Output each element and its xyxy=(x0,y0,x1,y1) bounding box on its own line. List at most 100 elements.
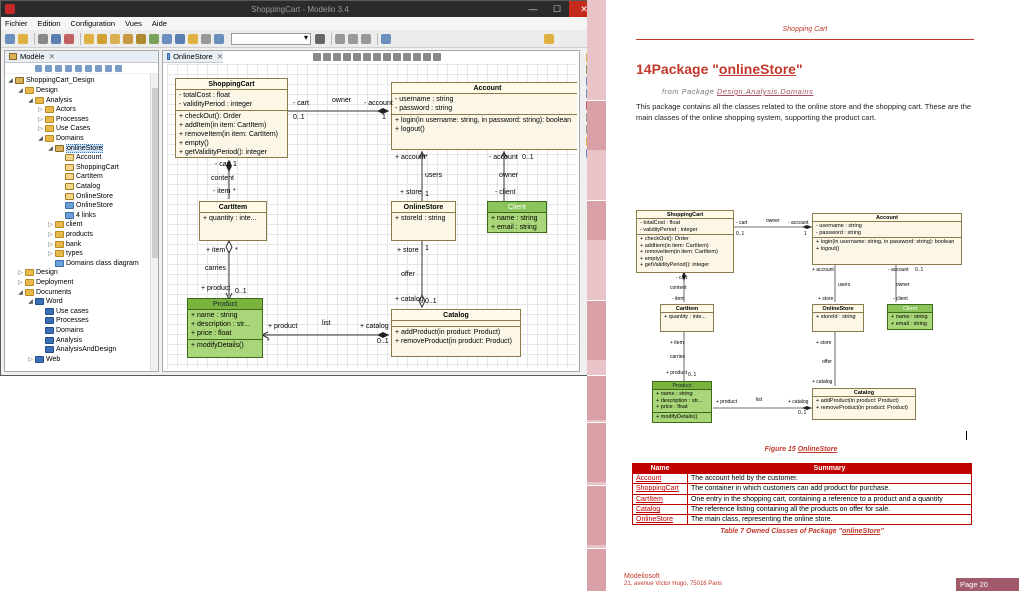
tree-scrollbar[interactable] xyxy=(150,74,158,371)
binoculars-icon[interactable] xyxy=(315,33,325,44)
tree-item[interactable]: ▷ bank xyxy=(47,239,81,249)
tree-item[interactable]: Processes xyxy=(37,316,89,326)
forward-icon[interactable] xyxy=(348,33,358,44)
tree-item[interactable]: 4 links xyxy=(57,210,96,220)
tree-item[interactable]: Use cases xyxy=(37,306,89,316)
layout-icon[interactable] xyxy=(363,53,371,61)
package-icon[interactable] xyxy=(97,33,107,44)
tree-item[interactable]: ◢ ShoppingCart_Design xyxy=(7,76,95,86)
back-icon[interactable] xyxy=(55,64,62,72)
class-cartitem[interactable]: CartItem + quantity : inte... xyxy=(199,201,267,241)
expanded-arrow-icon[interactable]: ◢ xyxy=(17,289,24,296)
interface-icon[interactable] xyxy=(123,33,133,44)
collapsed-arrow-icon[interactable]: ▷ xyxy=(17,269,24,276)
note-icon[interactable] xyxy=(188,33,198,44)
zoom-in-icon[interactable] xyxy=(313,53,321,61)
diagram-canvas[interactable]: ShoppingCart - totalCost : float - valid… xyxy=(167,64,577,369)
collapsed-arrow-icon[interactable]: ▷ xyxy=(47,221,54,228)
actor-icon[interactable] xyxy=(149,33,159,44)
collapsed-arrow-icon[interactable]: ▷ xyxy=(47,241,54,248)
figure-link[interactable]: OnlineStore xyxy=(798,446,838,453)
class-name-link[interactable]: CartItem xyxy=(632,493,688,505)
tree-item[interactable]: ▷ Use Cases xyxy=(37,124,90,134)
down-icon[interactable] xyxy=(85,64,92,72)
tree-item[interactable]: ▷ Processes xyxy=(37,114,89,124)
tree-item[interactable]: ▷ Web xyxy=(27,354,60,364)
from-link[interactable]: Domains xyxy=(780,87,813,96)
class-onlinestore[interactable]: OnlineStore + storeId : string xyxy=(391,201,456,241)
folder-icon[interactable] xyxy=(84,33,94,44)
tree-item[interactable]: ▷ Actors xyxy=(37,105,76,115)
class-name-link[interactable]: Account xyxy=(632,472,688,485)
menu-aide[interactable]: Aide xyxy=(152,19,167,28)
class-account[interactable]: Account - username : string - password :… xyxy=(391,82,577,150)
tree-item[interactable]: Domains xyxy=(37,326,84,336)
open-icon[interactable] xyxy=(18,33,28,44)
tree-item[interactable]: Account xyxy=(57,153,101,163)
tree-item[interactable]: OnlineStore xyxy=(57,191,113,201)
menu-configuration[interactable]: Configuration xyxy=(70,19,115,28)
class-product[interactable]: Product + name : string + description : … xyxy=(187,298,263,358)
diagram-icon[interactable] xyxy=(162,33,172,44)
document-icon[interactable] xyxy=(214,33,224,44)
collapsed-arrow-icon[interactable]: ▷ xyxy=(47,250,54,257)
class-shoppingcart[interactable]: ShoppingCart - totalCost : float - valid… xyxy=(175,78,288,158)
tree-item[interactable]: CartItem xyxy=(57,172,103,182)
save-image-icon[interactable] xyxy=(343,53,351,61)
delete-icon[interactable] xyxy=(64,33,74,44)
perspective-icon[interactable] xyxy=(544,33,554,44)
tree-item[interactable]: ▷ products xyxy=(47,230,93,240)
component-icon[interactable] xyxy=(136,33,146,44)
tree-item[interactable]: ▷ Design xyxy=(17,268,58,278)
tree-item[interactable]: OnlineStore xyxy=(57,201,113,211)
menu-vues[interactable]: Vues xyxy=(125,19,142,28)
tree-item[interactable]: ◢ onlineStore xyxy=(47,143,104,153)
expanded-arrow-icon[interactable]: ◢ xyxy=(27,97,34,104)
print-icon[interactable] xyxy=(353,53,361,61)
collapsed-arrow-icon[interactable]: ▷ xyxy=(27,356,34,363)
tree-item[interactable]: ▷ client xyxy=(47,220,82,230)
diagram-tab[interactable]: OnlineStore ✕ xyxy=(163,51,223,63)
fit-icon[interactable] xyxy=(333,53,341,61)
scroll-thumb[interactable] xyxy=(152,88,158,258)
tree-item[interactable]: Domains class diagram xyxy=(47,258,139,268)
copy-icon[interactable] xyxy=(51,33,61,44)
menu-icon[interactable] xyxy=(115,64,122,72)
maximize-button[interactable]: ☐ xyxy=(545,1,569,17)
link-icon[interactable] xyxy=(45,64,52,72)
close-tab-icon[interactable]: ✕ xyxy=(217,52,223,61)
class-name-link[interactable]: Catalog xyxy=(632,503,688,516)
tree-item[interactable]: ◢ Domains xyxy=(37,134,84,144)
tree-item[interactable]: ◢ Analysis xyxy=(27,95,72,105)
tree-item[interactable]: AnalysisAndDesign xyxy=(37,345,116,355)
cut-icon[interactable] xyxy=(38,33,48,44)
tree-item[interactable]: ▷ Deployment xyxy=(17,278,73,288)
collapsed-arrow-icon[interactable]: ▷ xyxy=(37,116,44,123)
up-icon[interactable] xyxy=(75,64,82,72)
tree-item[interactable]: ◢ Design xyxy=(17,86,58,96)
menu-edition[interactable]: Edition xyxy=(38,19,61,28)
refresh-icon[interactable] xyxy=(105,64,112,72)
layers-icon[interactable] xyxy=(413,53,421,61)
close-tab-icon[interactable]: ✕ xyxy=(49,52,55,61)
align-icon[interactable] xyxy=(373,53,381,61)
element-combo[interactable] xyxy=(231,32,311,45)
settings-icon[interactable] xyxy=(201,33,211,44)
tree-item[interactable]: ShoppingCart xyxy=(57,162,119,172)
collapse-icon[interactable] xyxy=(35,64,42,72)
sort-icon[interactable] xyxy=(381,33,391,44)
expanded-arrow-icon[interactable]: ◢ xyxy=(37,135,44,142)
history-icon[interactable] xyxy=(361,33,371,44)
distribute-icon[interactable] xyxy=(383,53,391,61)
class-name-link[interactable]: ShoppingCart xyxy=(632,483,688,495)
more-icon[interactable] xyxy=(433,53,441,61)
minimize-button[interactable]: — xyxy=(521,1,545,17)
new-project-icon[interactable] xyxy=(5,33,15,44)
back-icon[interactable] xyxy=(335,33,345,44)
tree-item[interactable]: ◢ Word xyxy=(27,297,63,307)
expanded-arrow-icon[interactable]: ◢ xyxy=(17,87,24,94)
class-catalog[interactable]: Catalog + addProduct(in product: Product… xyxy=(391,309,521,357)
title-link[interactable]: onlineStore xyxy=(719,61,796,77)
class-client[interactable]: Client + name : string + email : string xyxy=(487,201,547,233)
zoom-out-icon[interactable] xyxy=(323,53,331,61)
